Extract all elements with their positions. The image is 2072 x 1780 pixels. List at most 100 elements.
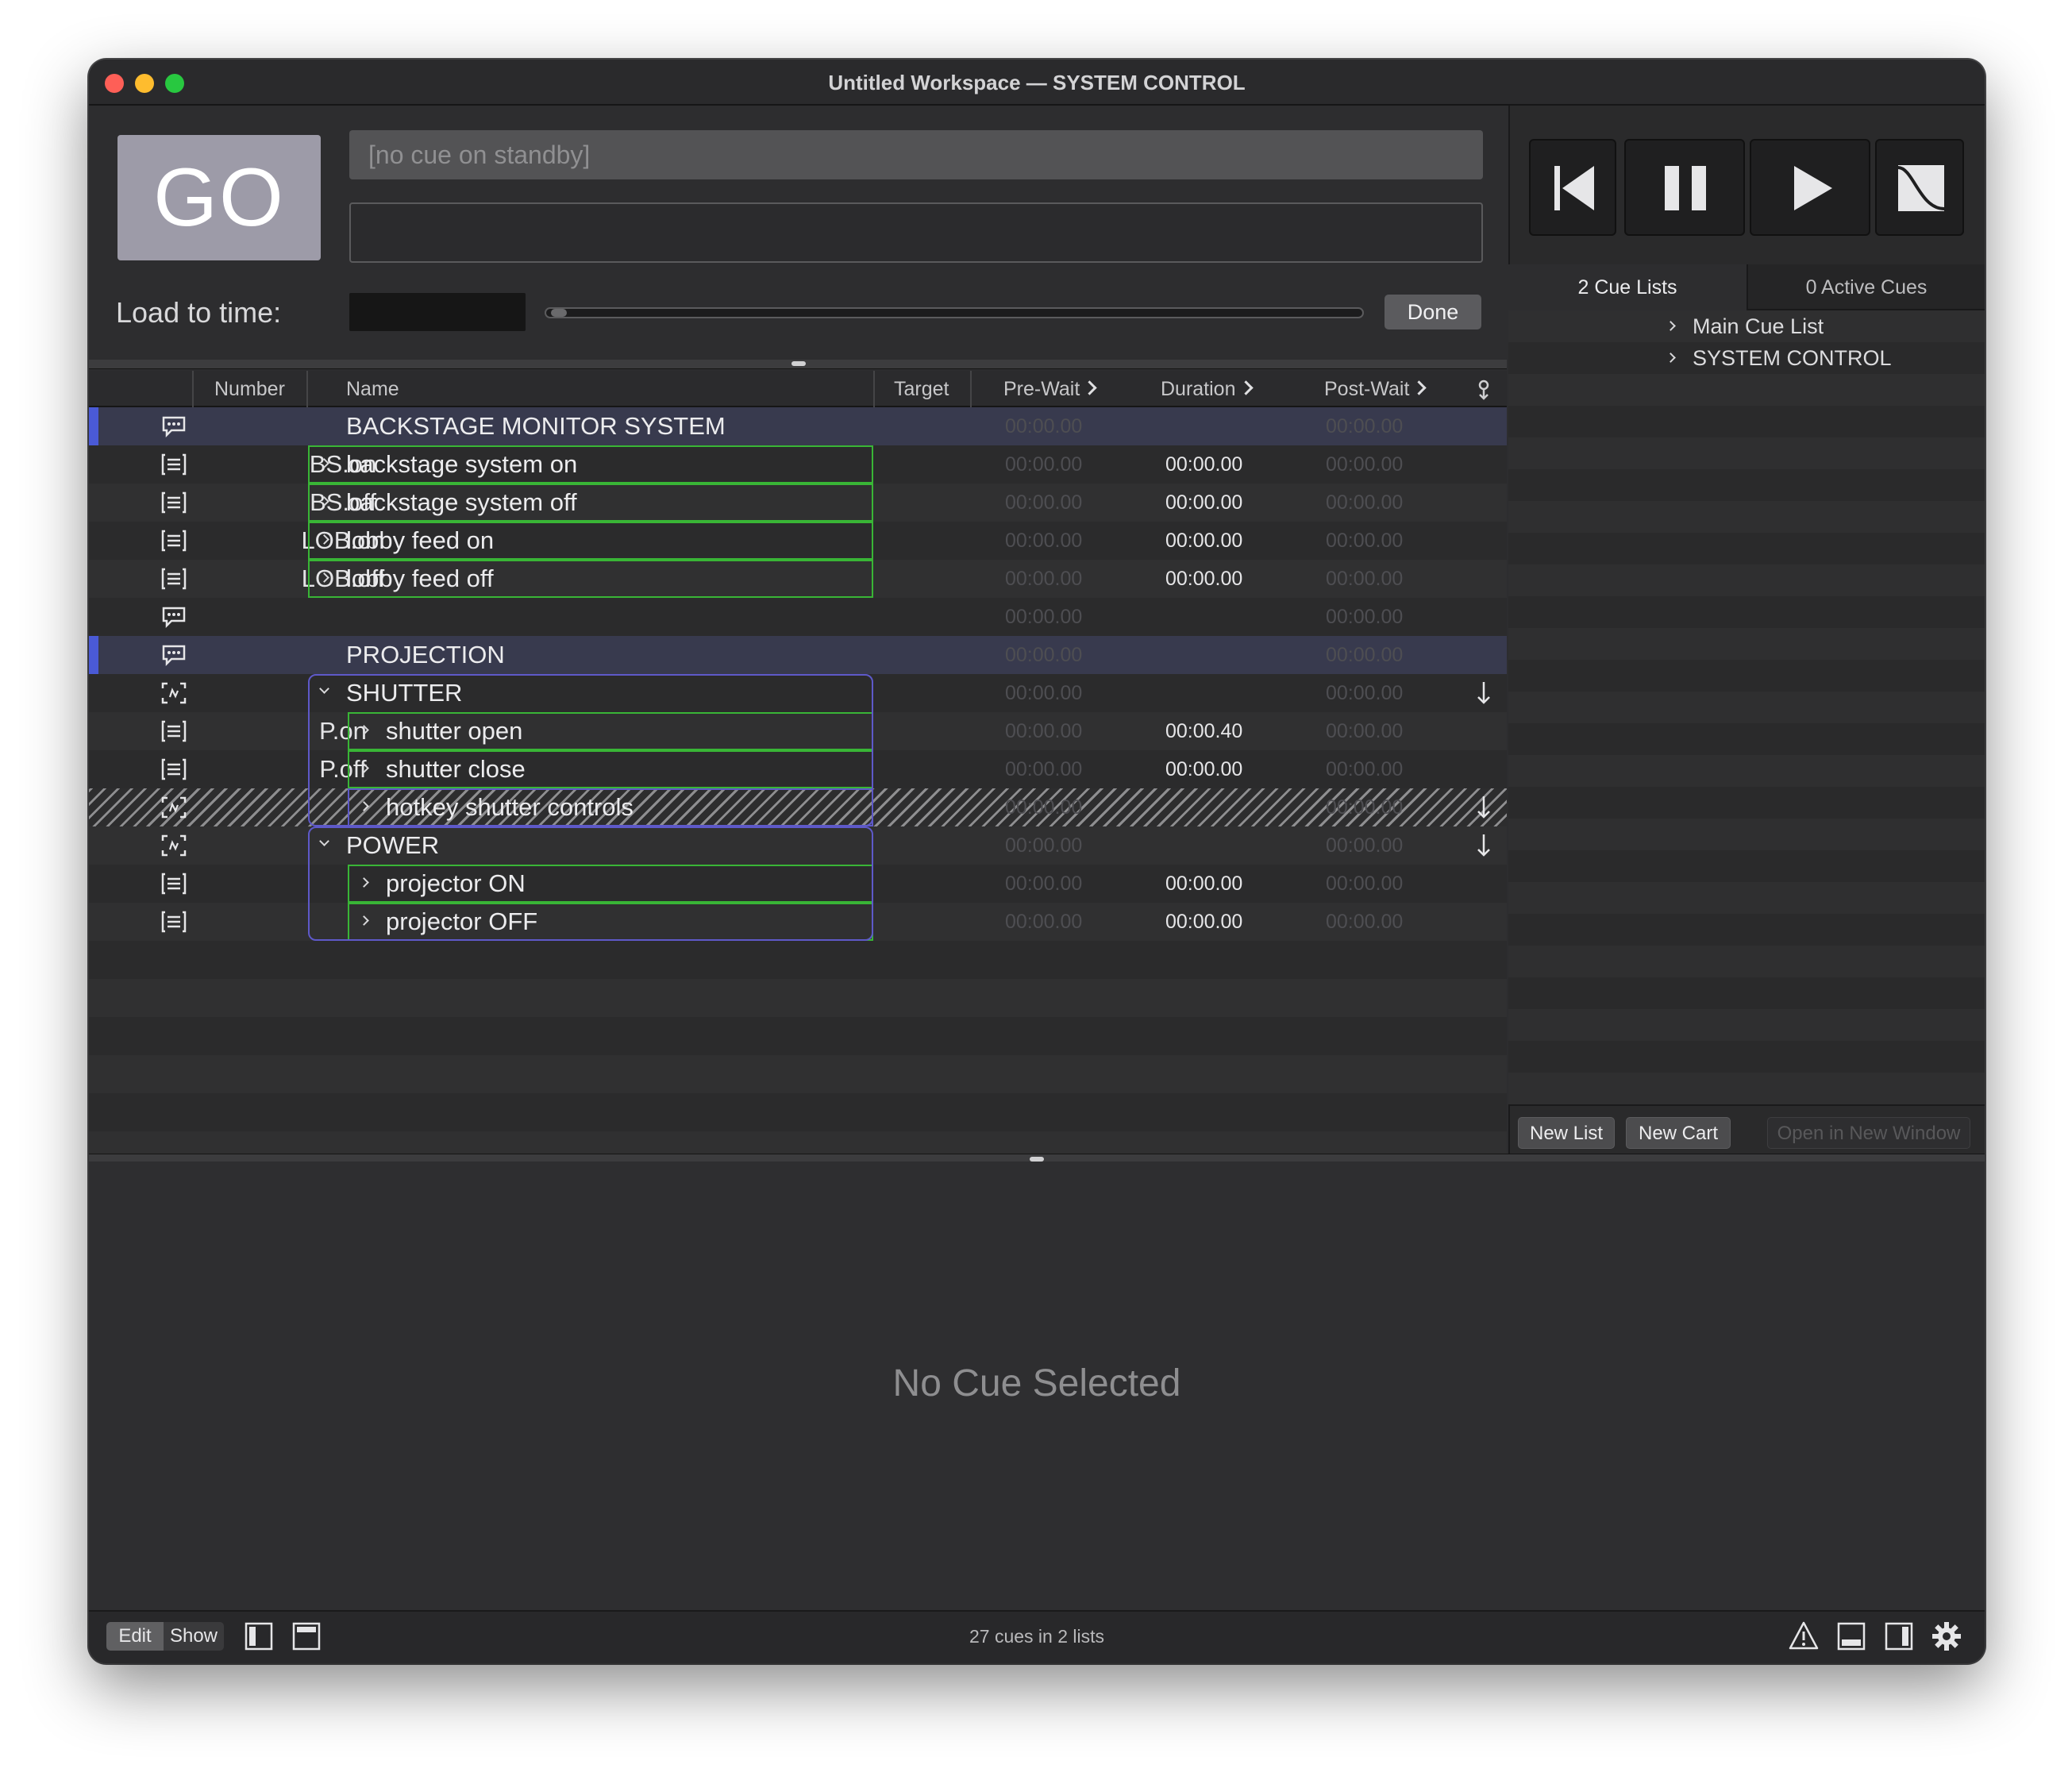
- cue-post-wait[interactable]: 00:00.00: [1326, 484, 1403, 522]
- cue-duration[interactable]: 00:00.00: [1165, 750, 1242, 788]
- column-duration[interactable]: Duration: [1161, 378, 1254, 401]
- new-cart-button[interactable]: New Cart: [1626, 1117, 1731, 1149]
- done-button[interactable]: Done: [1385, 295, 1481, 329]
- go-button[interactable]: GO: [117, 135, 321, 260]
- cue-post-wait[interactable]: 00:00.00: [1326, 674, 1403, 712]
- cue-name[interactable]: SHUTTER: [346, 674, 462, 712]
- cue-name[interactable]: backstage system on: [346, 445, 577, 484]
- cue-name[interactable]: shutter open: [386, 712, 522, 750]
- cue-pre-wait[interactable]: 00:00.00: [1005, 788, 1082, 826]
- cue-name[interactable]: PROJECTION: [346, 636, 505, 674]
- cue-pre-wait[interactable]: 00:00.00: [1005, 865, 1082, 903]
- table-row[interactable]: POWER 00:00.00 00:00.00: [89, 826, 1507, 865]
- table-row[interactable]: P.on shutter open 00:00.00 00:00.40 00:0…: [89, 712, 1507, 750]
- slider-knob[interactable]: [551, 309, 567, 317]
- cue-duration[interactable]: 00:00.00: [1165, 865, 1242, 903]
- load-to-time-slider[interactable]: [545, 307, 1364, 318]
- cue-post-wait[interactable]: 00:00.00: [1326, 788, 1403, 826]
- fade-stop-button[interactable]: [1875, 139, 1964, 236]
- cue-pre-wait[interactable]: 00:00.00: [1005, 903, 1082, 941]
- cue-post-wait[interactable]: 00:00.00: [1326, 560, 1403, 598]
- cue-pre-wait[interactable]: 00:00.00: [1005, 826, 1082, 865]
- cue-notes-field[interactable]: [349, 202, 1483, 263]
- toggle-inspector-icon[interactable]: [1837, 1622, 1866, 1651]
- cue-post-wait[interactable]: 00:00.00: [1326, 903, 1403, 941]
- cue-list-item[interactable]: SYSTEM CONTROL: [1508, 342, 1985, 374]
- cue-duration[interactable]: 00:00.00: [1165, 903, 1242, 941]
- cue-pre-wait[interactable]: 00:00.00: [1005, 674, 1082, 712]
- cue-pre-wait[interactable]: 00:00.00: [1005, 712, 1082, 750]
- cue-name[interactable]: hotkey shutter controls: [386, 788, 634, 826]
- chevron-right-icon[interactable]: [1666, 321, 1676, 331]
- table-row[interactable]: PROJECTION 00:00.00 00:00.00: [89, 636, 1507, 674]
- memo-icon: [162, 645, 186, 667]
- cue-duration[interactable]: 00:00.00: [1165, 522, 1242, 560]
- cue-pre-wait[interactable]: 00:00.00: [1005, 522, 1082, 560]
- cue-name[interactable]: BACKSTAGE MONITOR SYSTEM: [346, 407, 726, 445]
- table-row[interactable]: BACKSTAGE MONITOR SYSTEM 00:00.00 00:00.…: [89, 407, 1507, 445]
- cue-duration[interactable]: 00:00.00: [1165, 484, 1242, 522]
- cue-name[interactable]: lobby feed off: [346, 560, 494, 598]
- cue-post-wait[interactable]: 00:00.00: [1326, 407, 1403, 445]
- table-row-disabled[interactable]: hotkey shutter controls 00:00.00 00:00.0…: [89, 788, 1507, 826]
- table-row[interactable]: projector OFF 00:00.00 00:00.00 00:00.00: [89, 903, 1507, 941]
- cue-pre-wait[interactable]: 00:00.00: [1005, 445, 1082, 484]
- cue-pre-wait[interactable]: 00:00.00: [1005, 407, 1082, 445]
- column-name[interactable]: Name: [346, 378, 399, 401]
- cue-post-wait[interactable]: 00:00.00: [1326, 522, 1403, 560]
- cue-pre-wait[interactable]: 00:00.00: [1005, 598, 1082, 636]
- table-row[interactable]: SHUTTER 00:00.00 00:00.00: [89, 674, 1507, 712]
- cue-duration[interactable]: 00:00.40: [1165, 712, 1242, 750]
- cue-post-wait[interactable]: 00:00.00: [1326, 750, 1403, 788]
- table-row[interactable]: projector ON 00:00.00 00:00.00 00:00.00: [89, 865, 1507, 903]
- chevron-right-icon[interactable]: [1666, 353, 1676, 363]
- cue-name[interactable]: POWER: [346, 826, 439, 865]
- tab-active-cues[interactable]: 0 Active Cues: [1747, 264, 1985, 310]
- previous-button[interactable]: [1529, 139, 1616, 236]
- cue-pre-wait[interactable]: 00:00.00: [1005, 484, 1082, 522]
- cue-duration[interactable]: 00:00.00: [1165, 445, 1242, 484]
- table-row[interactable]: LOB.off lobby feed off 00:00.00 00:00.00…: [89, 560, 1507, 598]
- cue-pre-wait[interactable]: 00:00.00: [1005, 750, 1082, 788]
- column-number[interactable]: Number: [214, 378, 285, 401]
- cue-post-wait[interactable]: 00:00.00: [1326, 636, 1403, 674]
- cue-post-wait[interactable]: 00:00.00: [1326, 865, 1403, 903]
- cue-name[interactable]: lobby feed on: [346, 522, 494, 560]
- cue-number[interactable]: [281, 598, 405, 636]
- cue-list-name[interactable]: SYSTEM CONTROL: [1693, 342, 1892, 374]
- warning-icon[interactable]: [1788, 1620, 1820, 1651]
- network-cue-icon: [161, 758, 187, 780]
- load-to-time-field[interactable]: [349, 293, 526, 331]
- cue-post-wait[interactable]: 00:00.00: [1326, 445, 1403, 484]
- cue-name[interactable]: projector ON: [386, 865, 526, 903]
- cue-duration[interactable]: 00:00.00: [1165, 560, 1242, 598]
- split-view-divider[interactable]: [89, 360, 1507, 369]
- cue-post-wait[interactable]: 00:00.00: [1326, 598, 1403, 636]
- gear-icon[interactable]: [1931, 1620, 1962, 1652]
- column-post-wait[interactable]: Post-Wait: [1324, 378, 1427, 401]
- cue-name[interactable]: backstage system off: [346, 484, 577, 522]
- tab-cue-lists[interactable]: 2 Cue Lists: [1508, 264, 1747, 310]
- table-row[interactable]: P.off shutter close 00:00.00 00:00.00 00…: [89, 750, 1507, 788]
- cue-list-name[interactable]: Main Cue List: [1693, 310, 1824, 342]
- pause-button[interactable]: [1624, 139, 1745, 236]
- new-list-button[interactable]: New List: [1518, 1117, 1615, 1149]
- table-row[interactable]: 00:00.00 00:00.00: [89, 598, 1507, 636]
- table-row[interactable]: BS.off backstage system off 00:00.00 00:…: [89, 484, 1507, 522]
- cue-pre-wait[interactable]: 00:00.00: [1005, 636, 1082, 674]
- arrow-down-icon: [1477, 834, 1490, 857]
- column-pre-wait[interactable]: Pre-Wait: [1003, 378, 1098, 401]
- cue-pre-wait[interactable]: 00:00.00: [1005, 560, 1082, 598]
- cue-list-item[interactable]: Main Cue List: [1508, 310, 1985, 342]
- table-row[interactable]: BS.on backstage system on 00:00.00 00:00…: [89, 445, 1507, 484]
- table-row[interactable]: LOB.on lobby feed on 00:00.00 00:00.00 0…: [89, 522, 1507, 560]
- column-target[interactable]: Target: [894, 378, 949, 401]
- cue-post-wait[interactable]: 00:00.00: [1326, 712, 1403, 750]
- toggle-right-panel-icon[interactable]: [1885, 1622, 1913, 1651]
- cue-post-wait[interactable]: 00:00.00: [1326, 826, 1403, 865]
- resume-button[interactable]: [1750, 139, 1870, 236]
- cue-name[interactable]: projector OFF: [386, 903, 537, 941]
- divider-grip[interactable]: [791, 361, 806, 366]
- cue-name[interactable]: shutter close: [386, 750, 526, 788]
- open-in-new-window-button[interactable]: Open in New Window: [1767, 1117, 1970, 1149]
